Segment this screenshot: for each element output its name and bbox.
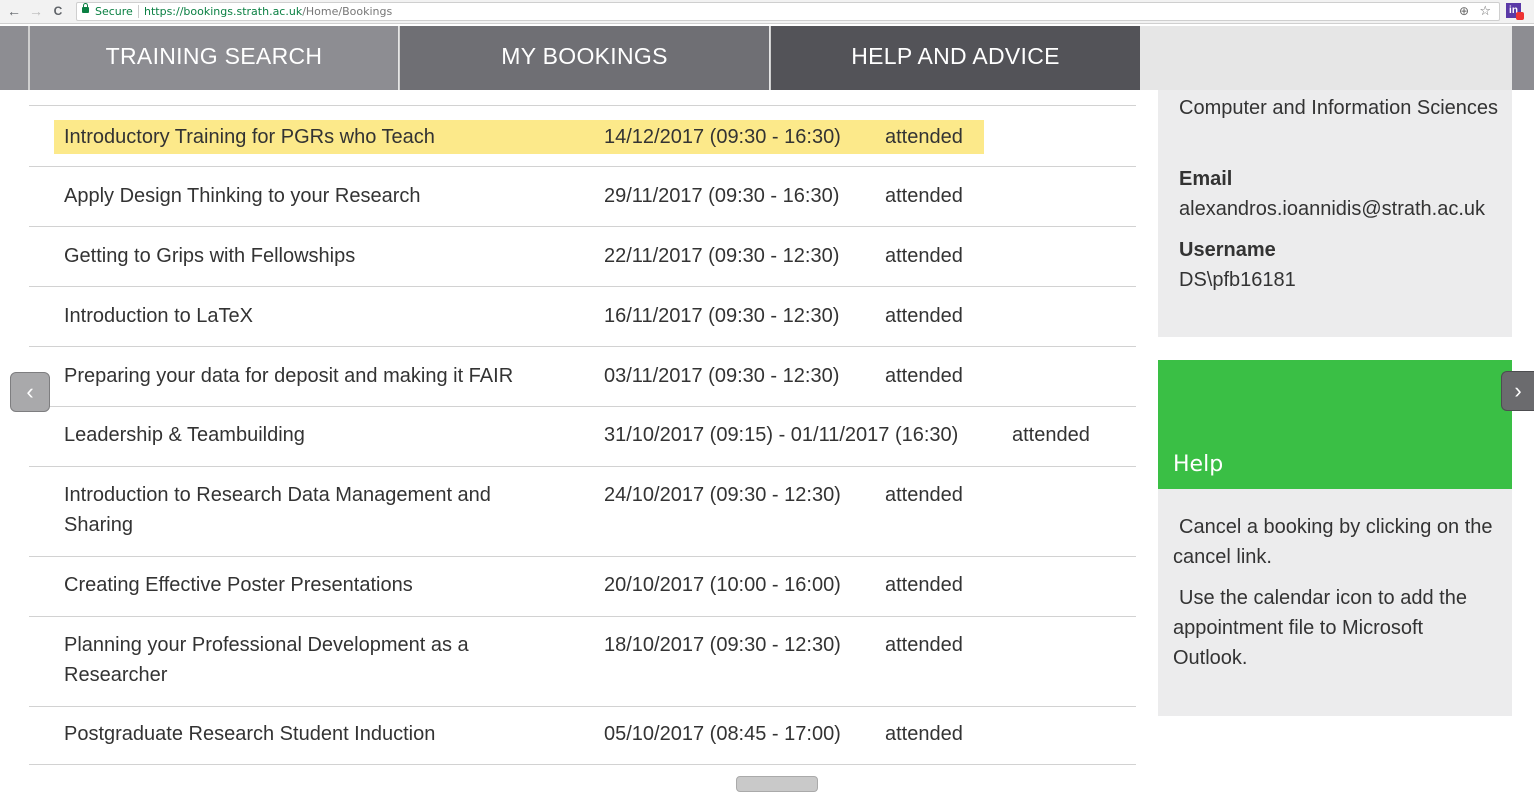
- booking-row[interactable]: Introductory Training for PGRs who Teach…: [29, 105, 1136, 166]
- booking-status: attended: [1012, 424, 1090, 446]
- booking-title[interactable]: Apply Design Thinking to your Research: [64, 181, 544, 211]
- booking-title[interactable]: Introductory Training for PGRs who Teach: [64, 122, 544, 152]
- username-value: DS\pfb16181: [1179, 269, 1296, 291]
- help-header: Help: [1158, 360, 1512, 489]
- booking-status: attended: [885, 484, 963, 506]
- booking-date: 16/11/2017 (09:30 - 12:30): [604, 305, 840, 327]
- booking-row[interactable]: Planning your Professional Development a…: [29, 616, 1136, 706]
- booking-date: 22/11/2017 (09:30 - 12:30): [604, 245, 840, 267]
- booking-status: attended: [885, 305, 963, 327]
- bookings-list: Introductory Training for PGRs who Teach…: [29, 105, 1136, 766]
- booking-title[interactable]: Introduction to Research Data Management…: [64, 480, 544, 540]
- profile-card: Computer and Information Sciences Email …: [1158, 90, 1512, 337]
- booking-title[interactable]: Planning your Professional Development a…: [64, 630, 544, 690]
- booking-title[interactable]: Getting to Grips with Fellowships: [64, 241, 544, 271]
- booking-date: 31/10/2017 (09:15) - 01/11/2017 (16:30): [604, 424, 959, 446]
- booking-title[interactable]: Preparing your data for deposit and maki…: [64, 361, 544, 391]
- booking-status: attended: [885, 723, 963, 745]
- address-bar[interactable]: Secure https://bookings.strath.ac.uk/Hom…: [76, 2, 1500, 21]
- booking-date: 14/12/2017 (09:30 - 16:30): [604, 126, 841, 148]
- secure-label: Secure: [95, 5, 133, 18]
- booking-status: attended: [885, 185, 963, 207]
- booking-status: attended: [885, 365, 963, 387]
- booking-row[interactable]: Introduction to Research Data Management…: [29, 466, 1136, 556]
- tab-training-search[interactable]: TRAINING SEARCH: [28, 26, 398, 90]
- zoom-icon[interactable]: ⊕: [1459, 3, 1469, 20]
- help-title: Help: [1173, 452, 1224, 477]
- booking-title[interactable]: Introduction to LaTeX: [64, 301, 544, 331]
- username-label: Username: [1179, 239, 1276, 261]
- email-label: Email: [1179, 168, 1233, 190]
- booking-title[interactable]: Postgraduate Research Student Induction: [64, 719, 544, 749]
- chevron-left-icon: ‹: [26, 379, 34, 404]
- url-separator: [138, 5, 139, 18]
- booking-title[interactable]: Leadership & Teambuilding: [64, 420, 544, 450]
- bookmark-star-icon[interactable]: ☆: [1479, 3, 1491, 20]
- lock-icon: [82, 3, 89, 13]
- nav-edge-left: [0, 26, 28, 90]
- forward-icon[interactable]: →: [28, 3, 44, 19]
- booking-date: 20/10/2017 (10:00 - 16:00): [604, 574, 841, 596]
- booking-row[interactable]: Preparing your data for deposit and maki…: [29, 346, 1136, 406]
- help-body: Cancel a booking by clicking on the canc…: [1158, 489, 1512, 716]
- extension-badge: [1516, 12, 1524, 20]
- booking-status: attended: [885, 574, 963, 596]
- email-value: alexandros.ioannidis@strath.ac.uk: [1179, 198, 1486, 220]
- booking-title[interactable]: Creating Effective Poster Presentations: [64, 570, 544, 600]
- main-navigation: TRAINING SEARCH MY BOOKINGS HELP AND ADV…: [0, 26, 1534, 90]
- department-text: Computer and Information Sciences: [1179, 97, 1499, 119]
- browser-toolbar: ← → C Secure https://bookings.strath.ac.…: [0, 0, 1534, 24]
- list-divider: [29, 764, 1136, 765]
- booking-row[interactable]: Postgraduate Research Student Induction …: [29, 706, 1136, 766]
- booking-status: attended: [885, 126, 963, 148]
- url-path: /Home/Bookings: [302, 5, 393, 18]
- carousel-next-button[interactable]: ›: [1501, 371, 1534, 411]
- booking-date: 03/11/2017 (09:30 - 12:30): [604, 365, 840, 387]
- booking-date: 05/10/2017 (08:45 - 17:00): [604, 723, 841, 745]
- carousel-prev-button[interactable]: ‹: [10, 372, 50, 412]
- url-host: https://bookings.strath.ac.uk: [144, 5, 303, 18]
- booking-row[interactable]: Getting to Grips with Fellowships 22/11/…: [29, 226, 1136, 286]
- tab-my-bookings[interactable]: MY BOOKINGS: [399, 26, 769, 90]
- help-text-cancel: Cancel a booking by clicking on the canc…: [1173, 516, 1493, 568]
- pager-button[interactable]: [736, 776, 818, 792]
- booking-row[interactable]: Leadership & Teambuilding 31/10/2017 (09…: [29, 406, 1136, 466]
- booking-row[interactable]: Introduction to LaTeX 16/11/2017 (09:30 …: [29, 286, 1136, 346]
- booking-date: 29/11/2017 (09:30 - 16:30): [604, 185, 840, 207]
- nav-edge-right: [1512, 26, 1534, 90]
- chevron-right-icon: ›: [1514, 378, 1522, 403]
- booking-row[interactable]: Creating Effective Poster Presentations …: [29, 556, 1136, 616]
- booking-date: 24/10/2017 (09:30 - 12:30): [604, 484, 841, 506]
- booking-status: attended: [885, 245, 963, 267]
- tab-help-and-advice[interactable]: HELP AND ADVICE: [770, 26, 1140, 90]
- reload-icon[interactable]: C: [50, 3, 66, 19]
- help-text-calendar: Use the calendar icon to add the appoint…: [1173, 587, 1467, 669]
- back-icon[interactable]: ←: [6, 3, 22, 19]
- booking-date: 18/10/2017 (09:30 - 12:30): [604, 634, 841, 656]
- url-text[interactable]: https://bookings.strath.ac.uk/Home/Booki…: [144, 3, 392, 20]
- booking-row[interactable]: Apply Design Thinking to your Research 2…: [29, 166, 1136, 226]
- booking-status: attended: [885, 634, 963, 656]
